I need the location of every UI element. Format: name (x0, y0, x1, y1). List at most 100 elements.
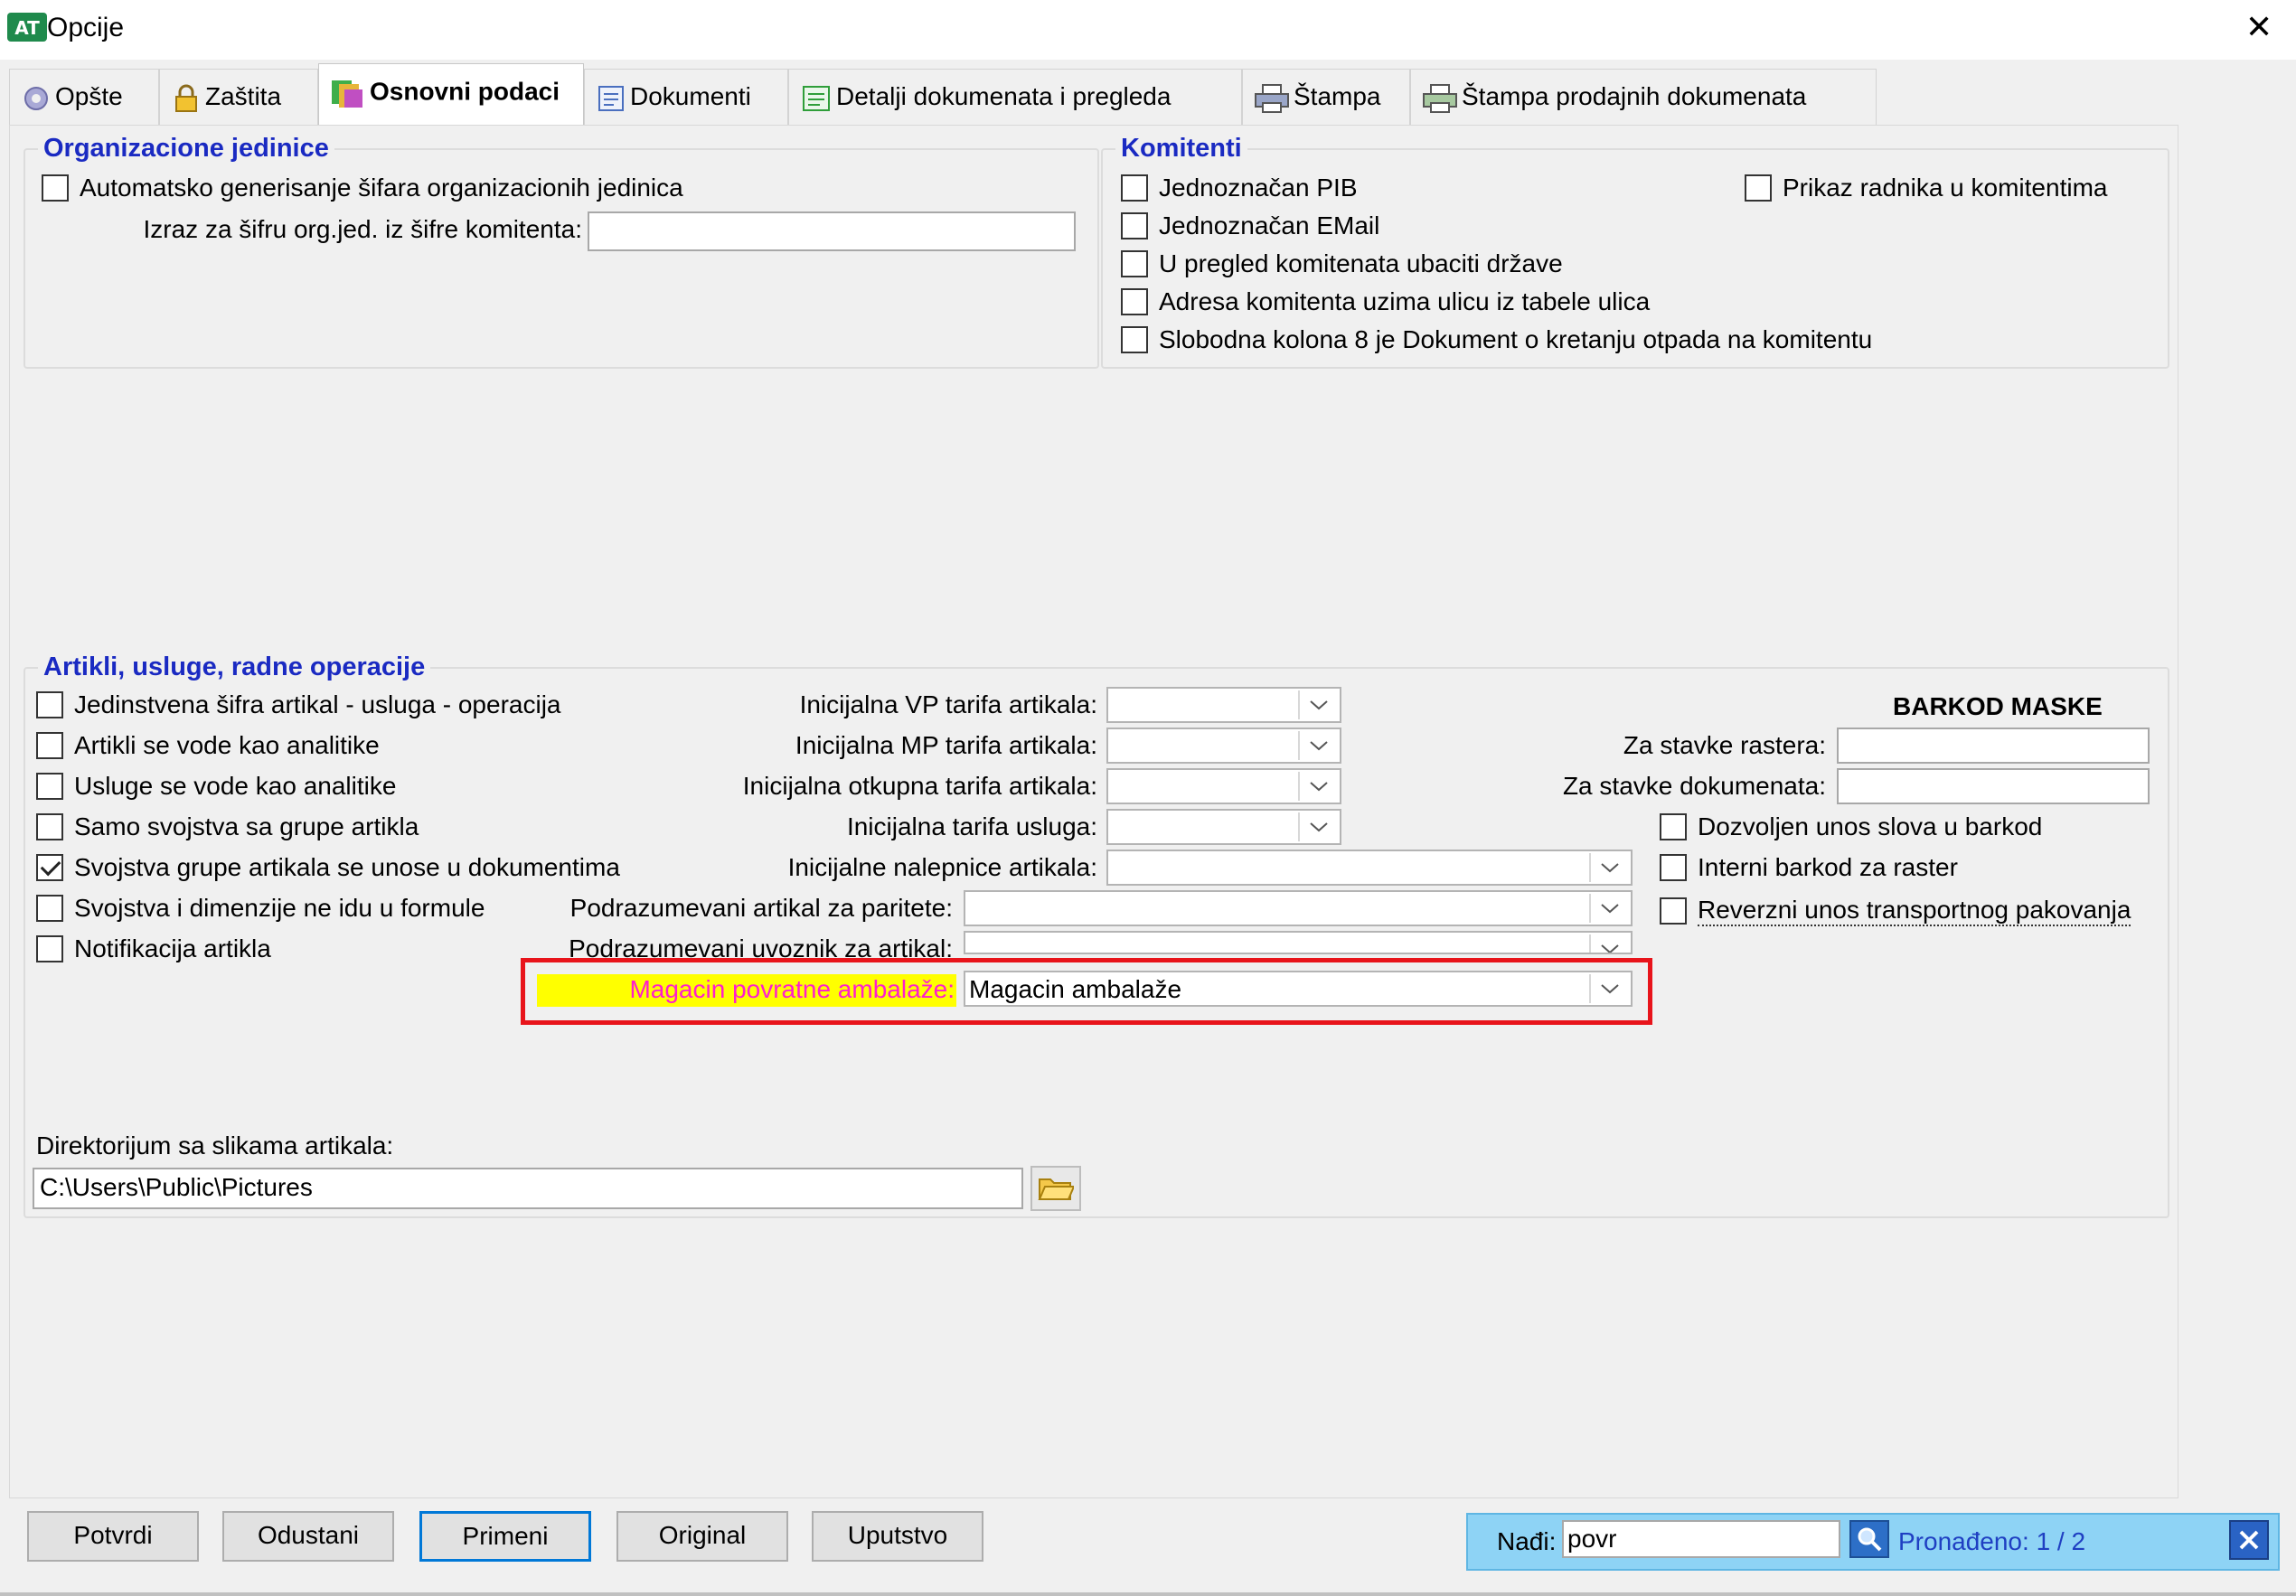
checkbox-box[interactable] (1121, 174, 1148, 202)
expr-input[interactable] (588, 211, 1076, 251)
usluge-analitike-checkbox[interactable]: Usluge se vode kao analitike (36, 772, 396, 801)
checkbox-box[interactable] (1121, 250, 1148, 277)
artikli-analitike-checkbox[interactable]: Artikli se vode kao analitike (36, 731, 380, 760)
lock-icon (175, 84, 197, 112)
checkbox-box[interactable] (1121, 288, 1148, 315)
tarifa-usluga-combo[interactable] (1106, 809, 1341, 845)
find-result: Pronađeno: 1 / 2 (1898, 1527, 2086, 1555)
checkbox-box[interactable] (36, 854, 63, 881)
adresa-ulica-checkbox[interactable]: Adresa komitenta uzima ulicu iz tabele u… (1121, 287, 1650, 316)
checkbox-label: Adresa komitenta uzima ulicu iz tabele u… (1159, 287, 1651, 315)
browse-folder-button[interactable] (1030, 1166, 1081, 1211)
checkbox-box[interactable] (36, 732, 63, 759)
chevron-down-icon[interactable] (1298, 690, 1338, 719)
checkbox-label: Samo svojstva sa grupe artikla (74, 812, 419, 840)
group-legend: Organizacione jedinice (43, 134, 329, 163)
uputstvo-button[interactable]: Uputstvo (812, 1511, 983, 1562)
auto-sifre-org-checkbox[interactable]: Automatsko generisanje šifara organizaci… (42, 174, 683, 202)
title-bar: AT Opcije ✕ (0, 0, 2296, 60)
stavke-rastera-input[interactable] (1837, 728, 2150, 764)
window-title: Opcije (47, 13, 125, 42)
reverzni-unos-checkbox[interactable]: Reverzni unos transportnog pakovanja (1660, 896, 2131, 926)
tab-label: Osnovni podaci (370, 77, 560, 106)
find-close-button[interactable] (2229, 1520, 2269, 1560)
slova-barkod-checkbox[interactable]: Dozvoljen unos slova u barkod (1660, 812, 2042, 841)
checkbox-box[interactable] (1660, 854, 1687, 881)
tab-label: Detalji dokumenata i pregleda (836, 82, 1172, 110)
tab-label: Štampa prodajnih dokumenata (1462, 82, 1807, 110)
checkbox-box[interactable] (1660, 813, 1687, 840)
otkupna-tarifa-label: Inicijalna otkupna tarifa artikala: (742, 772, 1097, 800)
checkbox-label: Interni barkod za raster (1698, 853, 1958, 881)
odustani-button[interactable]: Odustani (222, 1511, 394, 1562)
paritete-combo[interactable] (964, 890, 1633, 926)
gear-icon (24, 86, 48, 110)
tab-osnovni-podaci[interactable]: Osnovni podaci (318, 63, 584, 127)
checkbox-box[interactable] (36, 813, 63, 840)
dir-input[interactable]: C:\Users\Public\Pictures (33, 1168, 1023, 1209)
checkbox-box[interactable] (36, 691, 63, 718)
checkbox-box[interactable] (36, 935, 63, 962)
pregled-drzave-checkbox[interactable]: U pregled komitenata ubaciti države (1121, 249, 1563, 278)
slobodna-kolona-checkbox[interactable]: Slobodna kolona 8 je Dokument o kretanju… (1121, 325, 1872, 354)
otkupna-tarifa-combo[interactable] (1106, 768, 1341, 804)
vp-tarifa-combo[interactable] (1106, 687, 1341, 723)
tab-opste[interactable]: Opšte (9, 69, 159, 125)
find-label: Nađi: (1497, 1527, 1557, 1555)
close-icon (2239, 1530, 2259, 1550)
potvrdi-button[interactable]: Potvrdi (27, 1511, 199, 1562)
checkbox-box[interactable] (42, 174, 69, 202)
chevron-down-icon[interactable] (1589, 853, 1629, 882)
folder-icon (1038, 1178, 1074, 1200)
svojstva-formule-checkbox[interactable]: Svojstva i dimenzije ne idu u formule (36, 894, 485, 923)
dir-label: Direktorijum sa slikama artikala: (36, 1131, 394, 1159)
find-search-button[interactable] (1849, 1520, 1889, 1558)
app-logo-icon: AT (7, 13, 47, 42)
chevron-down-icon[interactable] (1298, 772, 1338, 801)
find-input[interactable]: povr (1562, 1520, 1840, 1558)
chevron-down-icon[interactable] (1298, 812, 1338, 841)
checkbox-box[interactable] (1660, 897, 1687, 925)
checkbox-label: Notifikacija artikla (74, 934, 271, 962)
tab-stampa-prodajnih[interactable]: Štampa prodajnih dokumenata (1410, 69, 1877, 125)
checkbox-box[interactable] (1745, 174, 1772, 202)
prikaz-radnika-checkbox[interactable]: Prikaz radnika u komitentima (1745, 174, 2107, 202)
checkbox-box[interactable] (1121, 326, 1148, 353)
tab-label: Dokumenti (630, 82, 751, 110)
tab-stampa[interactable]: Štampa (1242, 69, 1410, 125)
tab-dokumenti[interactable]: Dokumenti (584, 69, 788, 125)
chevron-down-icon[interactable] (1589, 894, 1629, 923)
primeni-button[interactable]: Primeni (419, 1511, 591, 1562)
checkbox-label: Reverzni unos transportnog pakovanja (1698, 896, 2131, 926)
group-legend: Komitenti (1121, 134, 1242, 163)
nalepnice-combo[interactable] (1106, 850, 1633, 886)
notifikacija-checkbox[interactable]: Notifikacija artikla (36, 934, 271, 963)
magacin-combo[interactable]: Magacin ambalaže (964, 971, 1633, 1007)
tab-label: Štampa (1294, 82, 1381, 110)
interni-barkod-checkbox[interactable]: Interni barkod za raster (1660, 853, 1958, 882)
jednoznacan-email-checkbox[interactable]: Jednoznačan EMail (1121, 211, 1379, 240)
uvoznik-combo[interactable] (964, 931, 1633, 954)
paritete-label: Podrazumevani artikal za paritete: (569, 894, 953, 922)
group-organizacione-jedinice: Organizacione jedinice (24, 134, 1099, 369)
checkbox-box[interactable] (1121, 212, 1148, 239)
tab-detalji-dokumenata[interactable]: Detalji dokumenata i pregleda (788, 69, 1242, 125)
chevron-down-icon[interactable] (1589, 974, 1629, 1003)
checkbox-label: Slobodna kolona 8 je Dokument o kretanju… (1159, 325, 1873, 353)
tab-label: Opšte (55, 82, 123, 110)
jedinstvena-sifra-checkbox[interactable]: Jedinstvena šifra artikal - usluga - ope… (36, 690, 560, 719)
stavke-dokumenata-input[interactable] (1837, 768, 2150, 804)
checkbox-label: Jednoznačan EMail (1159, 211, 1380, 239)
samo-svojstva-checkbox[interactable]: Samo svojstva sa grupe artikla (36, 812, 419, 841)
chevron-down-icon[interactable] (1298, 731, 1338, 760)
close-icon[interactable]: ✕ (2245, 9, 2272, 46)
mp-tarifa-combo[interactable] (1106, 728, 1341, 764)
checkbox-box[interactable] (36, 773, 63, 800)
document-icon (598, 85, 624, 111)
checkbox-box[interactable] (36, 895, 63, 922)
chevron-down-icon[interactable] (1589, 934, 1629, 953)
original-button[interactable]: Original (616, 1511, 788, 1562)
tab-zastita[interactable]: Zaštita (159, 69, 318, 125)
jednoznacan-pib-checkbox[interactable]: Jednoznačan PIB (1121, 174, 1358, 202)
document-details-icon (803, 85, 830, 111)
